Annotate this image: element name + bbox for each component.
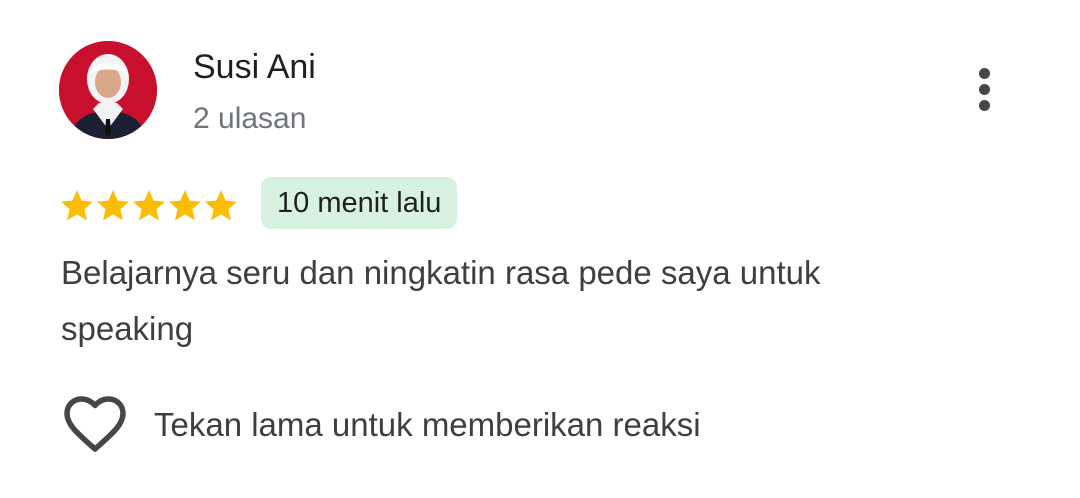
star-icon [169,190,201,221]
star-icon [97,190,129,221]
review-text: Belajarnya seru dan ningkatin rasa pede … [61,245,961,357]
author-name[interactable]: Susi Ani [193,45,316,89]
more-vert-icon-dot [979,100,990,111]
react-button[interactable]: Tekan lama untuk memberikan reaksi [62,394,701,456]
star-icon [205,190,237,221]
more-options-button[interactable] [962,62,1008,118]
avatar-photo [59,41,157,139]
more-vert-icon [979,68,990,79]
review-text-line: Belajarnya seru dan ningkatin rasa pede … [61,254,821,291]
star-rating [59,188,239,226]
time-badge: 10 menit lalu [261,177,458,229]
review-card: Susi Ani 2 ulasan 10 menit lalu Belajarn… [0,0,1080,498]
heart-outline-icon [64,396,126,452]
reaction-hint-label: Tekan lama untuk memberikan reaksi [154,406,701,443]
author-review-count: 2 ulasan [193,102,307,135]
star-icon [133,190,165,221]
avatar[interactable] [59,41,157,139]
review-text-line: speaking [61,310,194,347]
star-icon [61,190,93,221]
more-vert-icon-dot [979,84,990,95]
